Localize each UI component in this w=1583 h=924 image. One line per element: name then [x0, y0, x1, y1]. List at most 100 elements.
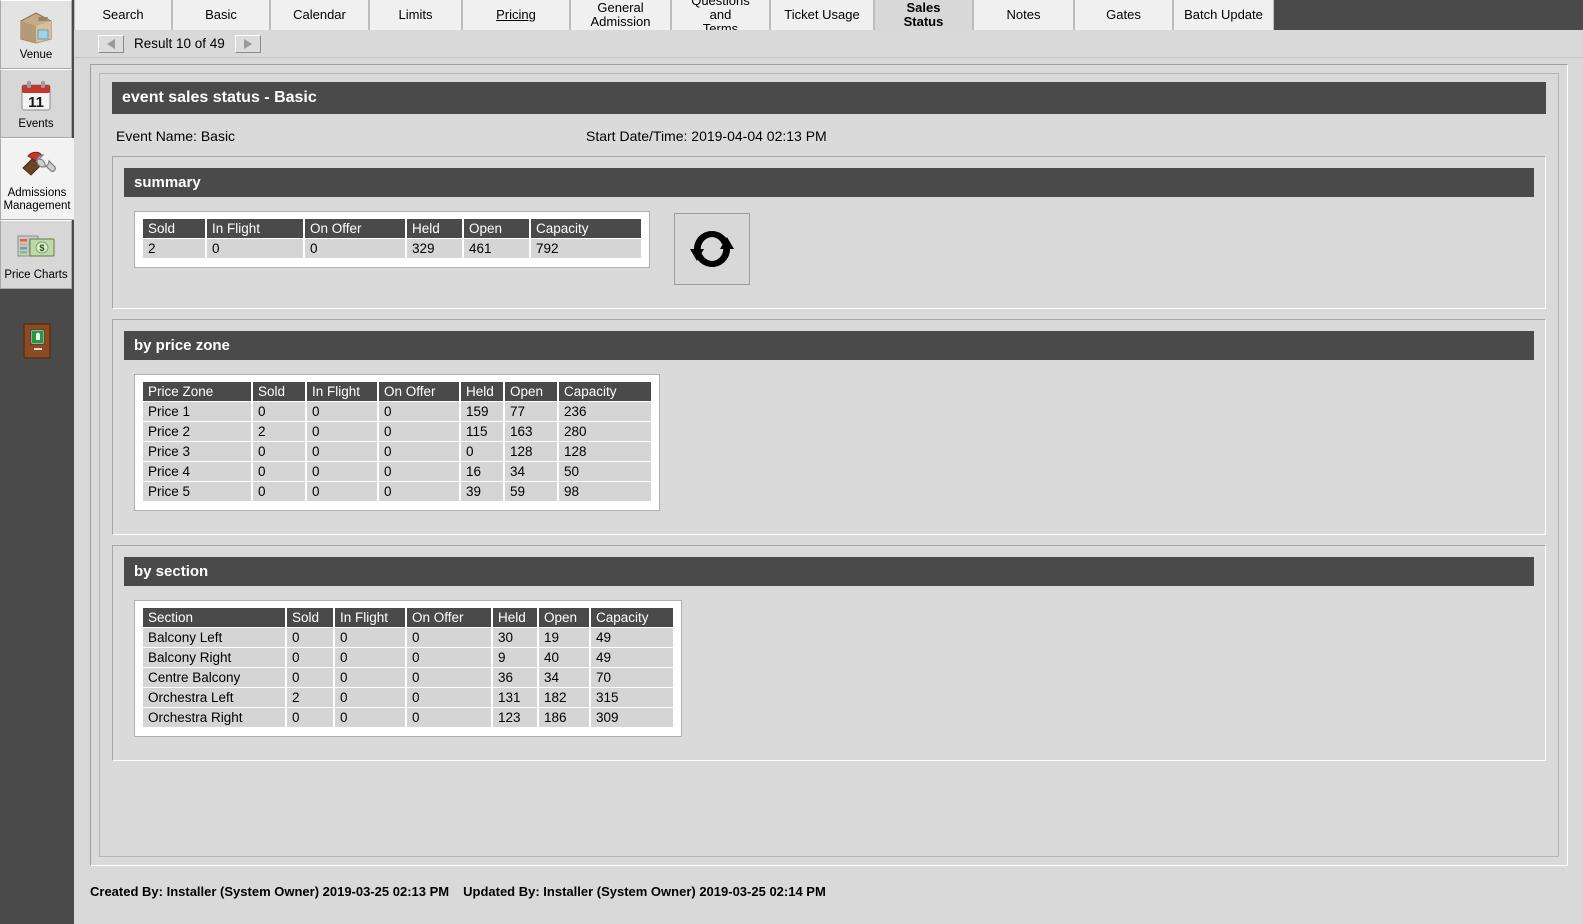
column-header: Held: [461, 382, 503, 401]
created-by-label: Created By: Installer (System Owner) 201…: [90, 884, 450, 899]
table-cell: Orchestra Right: [143, 708, 285, 727]
tab-sales-status[interactable]: Sales Status: [874, 0, 973, 30]
tab-calendar[interactable]: Calendar: [270, 0, 369, 30]
summary-table: Sold In Flight On Offer Held Open Capacity 2 0 0…: [141, 218, 643, 259]
sidebar-item-events[interactable]: 11 Events: [0, 69, 72, 138]
table-cell: 0: [287, 668, 333, 687]
table-cell: 329: [407, 239, 462, 258]
table-cell: 182: [539, 688, 589, 707]
sidebar: Venue 11 Events Admissions Management $ …: [0, 0, 74, 924]
tab-basic[interactable]: Basic: [172, 0, 270, 30]
table-cell: 0: [307, 462, 377, 481]
sidebar-item-price-charts[interactable]: $ Price Charts: [0, 220, 72, 289]
calendar-icon: 11: [3, 76, 69, 116]
tab-gates[interactable]: Gates: [1074, 0, 1173, 30]
previous-result-button[interactable]: [98, 34, 124, 53]
section-table: Section Sold In Flight On Offer Held Open Capa…: [141, 607, 675, 728]
table-header-row: Sold In Flight On Offer Held Open Capacity: [143, 219, 641, 238]
tab-label: Limits: [398, 7, 433, 22]
table-cell: 0: [335, 648, 405, 667]
table-row: Orchestra Right 0 0 0 123 186 309: [143, 708, 673, 727]
table-row: Price 4 0 0 0 16 34 50: [143, 462, 651, 481]
table-cell: 0: [335, 668, 405, 687]
column-header: Sold: [143, 219, 205, 238]
table-cell: 98: [559, 482, 651, 501]
table-header-row: Section Sold In Flight On Offer Held Open Capa…: [143, 608, 673, 627]
table-cell: 0: [407, 668, 491, 687]
column-header: Sold: [287, 608, 333, 627]
table-cell: Price 2: [143, 422, 251, 441]
table-cell: 115: [461, 422, 503, 441]
table-cell: 0: [287, 648, 333, 667]
sidebar-item-label: Venue: [19, 49, 53, 61]
summary-body: Sold In Flight On Offer Held Open Capacity 2 0 0…: [120, 197, 1538, 301]
tab-ticket-usage[interactable]: Ticket Usage: [770, 0, 874, 30]
table-cell: Price 5: [143, 482, 251, 501]
refresh-button[interactable]: [674, 213, 750, 285]
tab-limits[interactable]: Limits: [369, 0, 462, 30]
table-cell: 0: [335, 688, 405, 707]
column-header: Section: [143, 608, 285, 627]
sidebar-item-admissions-management[interactable]: Admissions Management: [0, 138, 74, 220]
tab-questions-and-terms[interactable]: Questions and Terms: [671, 0, 770, 36]
table-cell: 0: [253, 482, 305, 501]
table-cell: 236: [559, 402, 651, 421]
table-cell: Price 4: [143, 462, 251, 481]
tab-pricing[interactable]: Pricing: [462, 0, 570, 30]
table-cell: 0: [253, 402, 305, 421]
right-arrow-icon: [243, 38, 252, 49]
column-header: Open: [464, 219, 529, 238]
tab-label: Pricing: [496, 7, 536, 22]
next-result-button[interactable]: [234, 34, 261, 53]
table-cell: 123: [493, 708, 537, 727]
tab-notes[interactable]: Notes: [973, 0, 1074, 30]
table-cell: 0: [287, 708, 333, 727]
sidebar-item-label: Events: [18, 118, 54, 130]
price-zone-panel: by price zone Price Zone Sold In Flight On …: [112, 319, 1546, 535]
price-zone-table-wrapper: Price Zone Sold In Flight On Offer Held Open C…: [134, 374, 660, 511]
sidebar-item-venue[interactable]: Venue: [0, 0, 72, 69]
tab-batch-update[interactable]: Batch Update: [1173, 0, 1274, 30]
table-cell: 30: [493, 628, 537, 647]
updated-by-label: Updated By: Installer (System Owner) 201…: [463, 884, 826, 899]
exit-button[interactable]: [0, 311, 74, 371]
table-cell: 159: [461, 402, 503, 421]
table-row: Orchestra Left 2 0 0 131 182 315: [143, 688, 673, 707]
table-cell: 0: [407, 688, 491, 707]
table-cell: 0: [307, 442, 377, 461]
table-cell: Orchestra Left: [143, 688, 285, 707]
money-chart-icon: $: [3, 227, 69, 267]
table-cell: 9: [493, 648, 537, 667]
section-panel: by section Section Sold In Flight On Offer H…: [112, 545, 1546, 761]
column-header: Open: [505, 382, 557, 401]
table-cell: Balcony Right: [143, 648, 285, 667]
table-cell: 49: [591, 628, 673, 647]
tab-label: Calendar: [293, 7, 346, 22]
refresh-sync-icon: [690, 230, 734, 268]
table-cell: 0: [379, 402, 459, 421]
table-row: Centre Balcony 0 0 0 36 34 70: [143, 668, 673, 687]
table-row: Price 1 0 0 0 159 77 236: [143, 402, 651, 421]
table-cell: 0: [305, 239, 405, 258]
table-cell: 77: [505, 402, 557, 421]
tab-general-admission[interactable]: General Admission: [570, 0, 671, 30]
column-header: Capacity: [531, 219, 641, 238]
table-row: Price 3 0 0 0 0 128 128: [143, 442, 651, 461]
column-header: Price Zone: [143, 382, 251, 401]
table-cell: Price 1: [143, 402, 251, 421]
table-row: Price 2 2 0 0 115 163 280: [143, 422, 651, 441]
column-header: Open: [539, 608, 589, 627]
table-cell: 34: [539, 668, 589, 687]
tab-label: Notes: [1006, 7, 1041, 22]
table-cell: 19: [539, 628, 589, 647]
tab-label: Basic: [205, 7, 237, 22]
price-zone-heading: by price zone: [124, 331, 1534, 360]
tab-label: Search: [102, 7, 144, 22]
table-cell: 39: [461, 482, 503, 501]
table-cell: 0: [379, 442, 459, 461]
tab-label: General Admission: [590, 0, 651, 29]
tab-search[interactable]: Search: [74, 0, 172, 30]
start-datetime-label: Start Date/Time: 2019-04-04 02:13 PM: [586, 128, 827, 144]
left-arrow-icon: [107, 38, 115, 49]
page-title: event sales status - Basic: [112, 82, 1546, 114]
